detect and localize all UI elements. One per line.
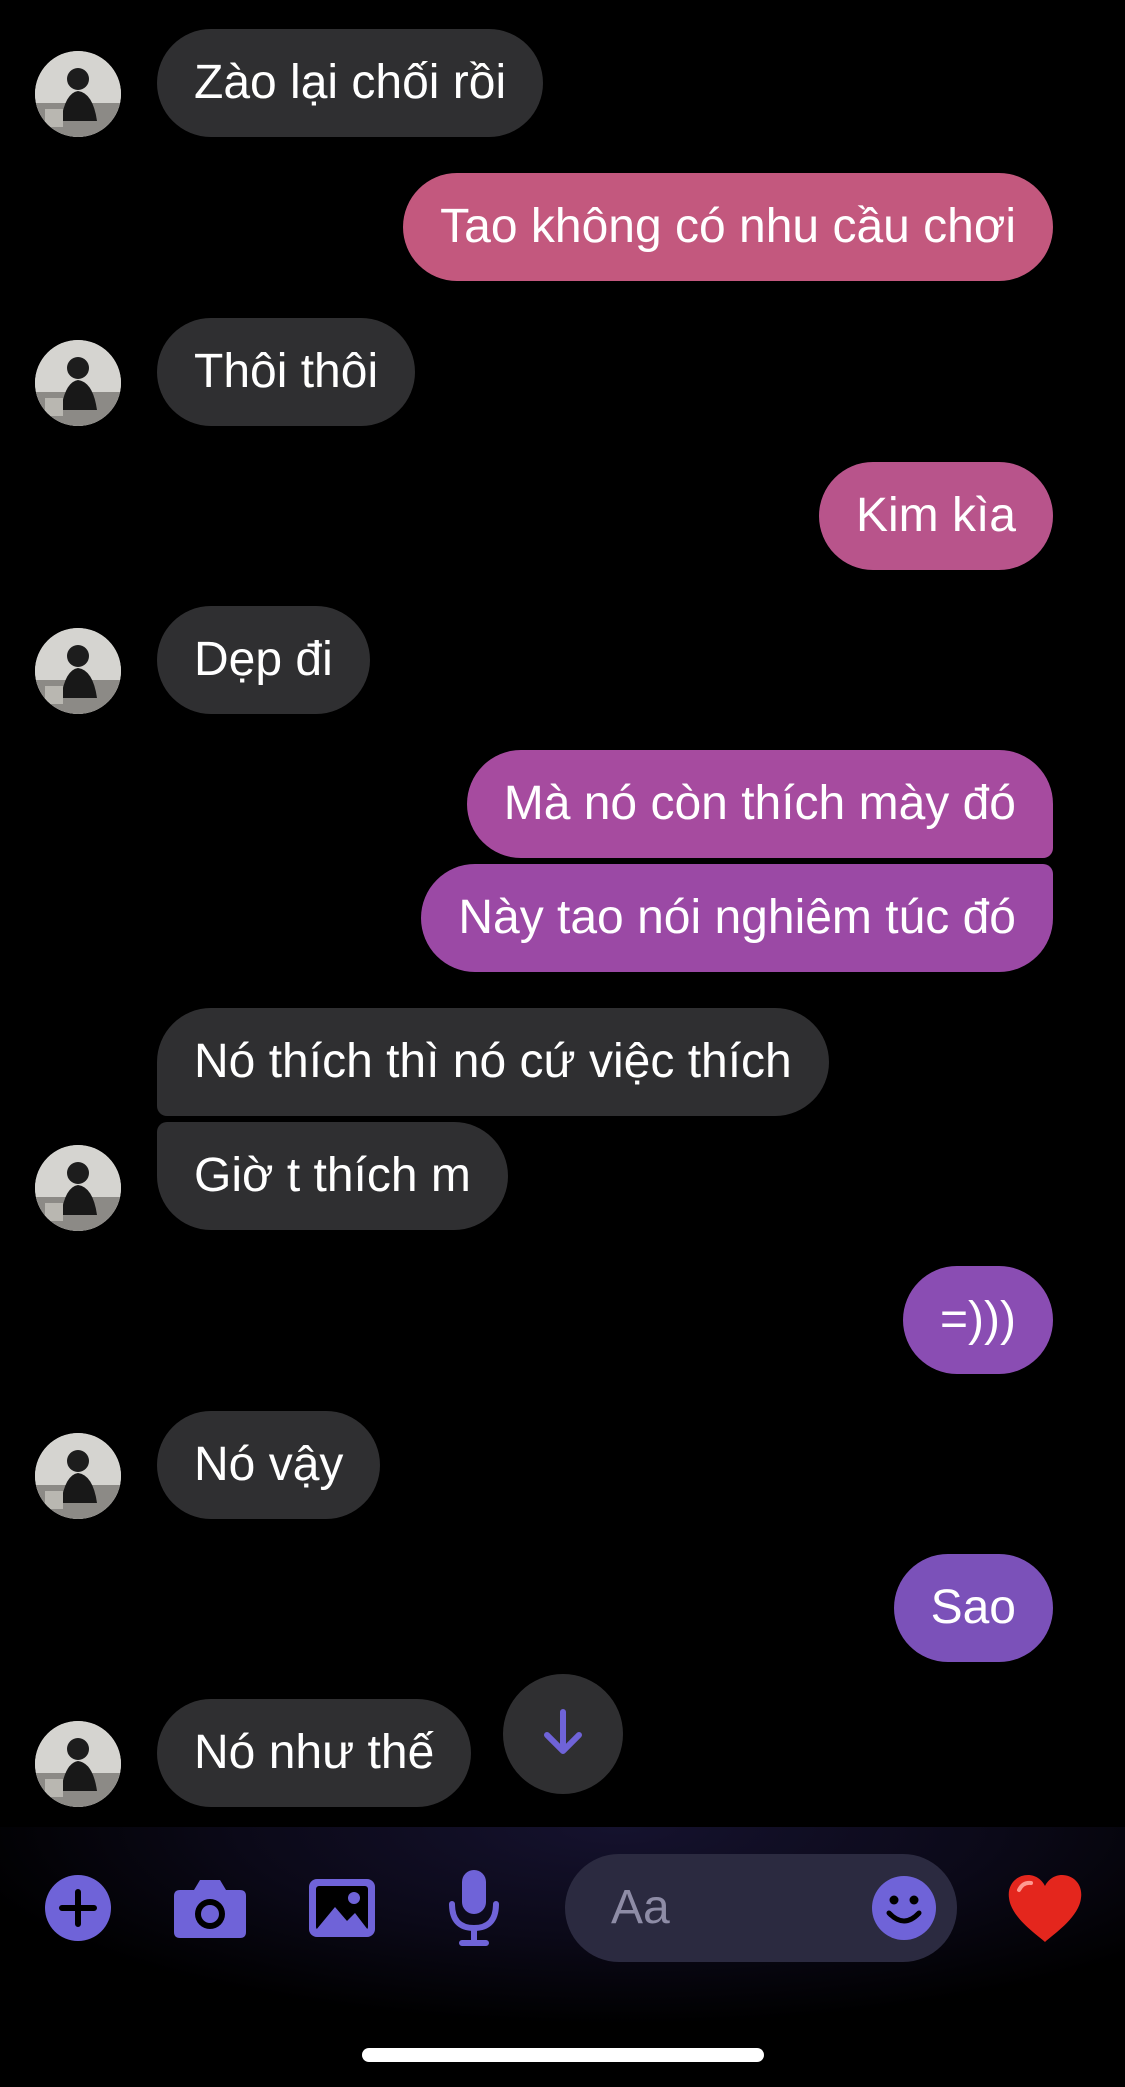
contact-avatar[interactable]	[35, 51, 121, 137]
message-bubble-incoming[interactable]: Nó như thế	[157, 1699, 472, 1807]
camera-button[interactable]	[170, 1874, 250, 1946]
message-bubble-outgoing[interactable]: =)))	[903, 1266, 1053, 1374]
plus-icon	[44, 1874, 112, 1947]
message-bubble-outgoing[interactable]: Này tao nói nghiêm túc đó	[421, 864, 1053, 972]
camera-icon	[172, 1876, 248, 1945]
arrow-down-icon	[535, 1704, 591, 1765]
contact-avatar[interactable]	[35, 628, 121, 714]
message-bubble-outgoing[interactable]: Mà nó còn thích mày đó	[466, 750, 1053, 858]
message-bubble-incoming[interactable]: Thôi thôi	[157, 318, 416, 426]
contact-avatar[interactable]	[35, 1433, 121, 1519]
message-bubble-outgoing[interactable]: Sao	[893, 1554, 1053, 1662]
heart-icon	[1005, 1872, 1085, 1951]
gallery-button[interactable]	[302, 1874, 382, 1946]
microphone-icon	[444, 1868, 504, 1953]
message-input-placeholder: Aa	[611, 1881, 670, 1934]
send-like-button[interactable]	[1003, 1869, 1087, 1953]
home-indicator[interactable]	[362, 2048, 764, 2062]
message-bubble-outgoing[interactable]: Kim kìa	[818, 462, 1053, 570]
photo-icon	[307, 1877, 377, 1944]
message-bubble-incoming[interactable]: Zào lại chối rồi	[157, 29, 544, 137]
scroll-to-bottom-button[interactable]	[503, 1674, 623, 1794]
message-bubble-outgoing[interactable]: Tao không có nhu cầu chơi	[403, 173, 1053, 281]
message-bubble-incoming[interactable]: Nó thích thì nó cứ việc thích	[157, 1008, 829, 1116]
add-button[interactable]	[42, 1874, 114, 1946]
message-bubble-incoming[interactable]: Dẹp đi	[157, 606, 370, 714]
contact-avatar[interactable]	[35, 340, 121, 426]
contact-avatar[interactable]	[35, 1721, 121, 1807]
message-bubble-incoming[interactable]: Giờ t thích m	[157, 1122, 508, 1230]
smiley-icon[interactable]	[871, 1875, 937, 1946]
message-bubble-incoming[interactable]: Nó vậy	[157, 1411, 381, 1519]
contact-avatar[interactable]	[35, 1145, 121, 1231]
voice-button[interactable]	[436, 1868, 512, 1953]
message-input[interactable]: Aa	[565, 1854, 957, 1962]
